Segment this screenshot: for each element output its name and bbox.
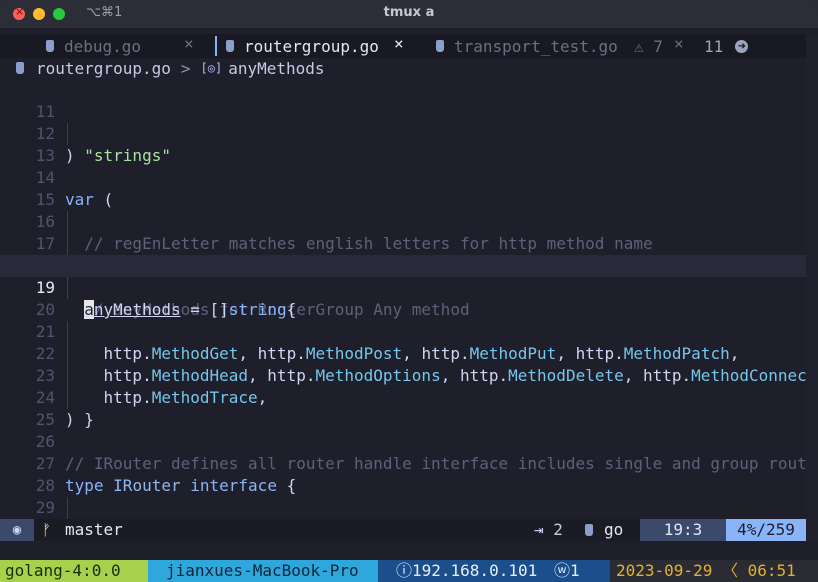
tmux-hostname: jianxues-MacBook-Pro bbox=[148, 560, 378, 582]
go-file-icon bbox=[46, 40, 54, 52]
code-line: 20 http.MethodGet, http.MethodPost, http… bbox=[0, 277, 806, 363]
mode-indicator-icon: ◉ bbox=[0, 519, 34, 541]
code-line: 12 ) bbox=[0, 101, 806, 165]
code-line: 13 bbox=[0, 123, 806, 165]
chevron-right-icon: > bbox=[180, 58, 191, 78]
tmux-ip-address: ⓘ192.168.0.101 bbox=[378, 560, 544, 582]
tab-routergroup-go[interactable]: routergroup.go bbox=[226, 34, 379, 58]
hidden-tab-count: 11 bbox=[704, 36, 724, 56]
tab-label: routergroup.go bbox=[244, 36, 379, 56]
code-line: 18 // anyMethods for RouterGroup Any met… bbox=[0, 233, 806, 319]
tab-transport-test-go[interactable]: transport_test.go bbox=[436, 34, 618, 58]
current-code-line: 19 anyMethods = []string{ bbox=[0, 255, 806, 319]
code-line: 21 http.MethodHead, http.MethodOptions, … bbox=[0, 299, 806, 385]
breadcrumb-file[interactable]: routergroup.go bbox=[36, 59, 171, 78]
tab-close-debug-go[interactable]: × bbox=[184, 34, 194, 53]
terminal-scrollbar[interactable] bbox=[806, 34, 818, 541]
code-line: 16 regEnLetter = regexp.MustCompile("^[A… bbox=[0, 189, 806, 275]
code-editor[interactable]: 11 "strings" 12 ) 13 14 var ( 15 // regE… bbox=[0, 79, 806, 519]
code-line: 26 // IRouter defines all router handle … bbox=[0, 409, 806, 473]
title-bar: ⌥⌘1 tmux a bbox=[0, 0, 818, 28]
breadcrumb-symbol[interactable]: anyMethods bbox=[228, 59, 324, 78]
code-line: 27 type IRouter interface { bbox=[0, 431, 806, 495]
window-title: tmux a bbox=[383, 5, 435, 20]
breadcrumb: routergroup.go > [◎] anyMethods bbox=[0, 57, 325, 79]
git-branch-icon: ᚠ bbox=[42, 521, 52, 539]
tmux-datetime: 2023-09-29 〈 06:51 bbox=[610, 560, 818, 582]
go-file-icon bbox=[436, 40, 444, 52]
tmux-session: golang-4:0.0 bbox=[0, 560, 148, 582]
tab-close-routergroup-go[interactable]: × bbox=[394, 34, 404, 53]
indent-size: ⇥ 2 bbox=[534, 520, 563, 539]
go-file-icon bbox=[16, 62, 24, 74]
arrow-right-icon: ➜ bbox=[735, 39, 749, 53]
code-line: 15 // regEnLetter matches english letter… bbox=[0, 167, 806, 253]
tmux-window[interactable]: ⓦ1 bbox=[544, 560, 610, 582]
code-line: 30 } bbox=[0, 497, 806, 519]
code-line: 14 var ( bbox=[0, 145, 806, 209]
code-line: 11 "strings" bbox=[0, 79, 806, 165]
variable-symbol-icon: [◎] bbox=[200, 61, 223, 75]
code-line: 28 IRoutes bbox=[0, 453, 806, 519]
terminal-window: ⌥⌘1 tmux a debug.go × routergroup.go × t… bbox=[0, 0, 818, 582]
filetype: go bbox=[604, 520, 624, 539]
code-line: 23 } bbox=[0, 343, 806, 429]
file-progress: 4%/259 bbox=[726, 519, 806, 541]
go-file-icon bbox=[226, 40, 234, 52]
code-line: 17 bbox=[0, 211, 806, 277]
code-line: 29 Group(string, ...HandlerFunc) *Router… bbox=[0, 475, 806, 517]
git-branch-name: master bbox=[65, 520, 123, 539]
editor-statusline: ◉ ᚠ master ⇥ 2 go 19:3 4%/259 bbox=[0, 519, 806, 541]
more-tabs-indicator[interactable]: 11 ➜ bbox=[704, 34, 749, 58]
code-line: 25 bbox=[0, 387, 806, 429]
active-tab-indicator bbox=[215, 36, 217, 56]
tab-close-transport-test-go[interactable]: × bbox=[674, 34, 684, 53]
tab-label: transport_test.go bbox=[454, 36, 618, 56]
cursor-position: 19:3 bbox=[640, 519, 726, 541]
tab-warning-count: ⚠ 7 bbox=[634, 36, 663, 56]
tab-label: debug.go bbox=[64, 36, 142, 56]
code-line: 24 ) bbox=[0, 365, 806, 429]
tab-debug-go[interactable]: debug.go bbox=[46, 34, 141, 58]
code-line: 22 http.MethodTrace, bbox=[0, 321, 806, 407]
buffer-tabline: debug.go × routergroup.go × transport_te… bbox=[0, 34, 806, 58]
tmux-status-bar: golang-4:0.0 jianxues-MacBook-Pro ⓘ192.1… bbox=[0, 560, 818, 582]
go-file-icon bbox=[585, 524, 593, 536]
